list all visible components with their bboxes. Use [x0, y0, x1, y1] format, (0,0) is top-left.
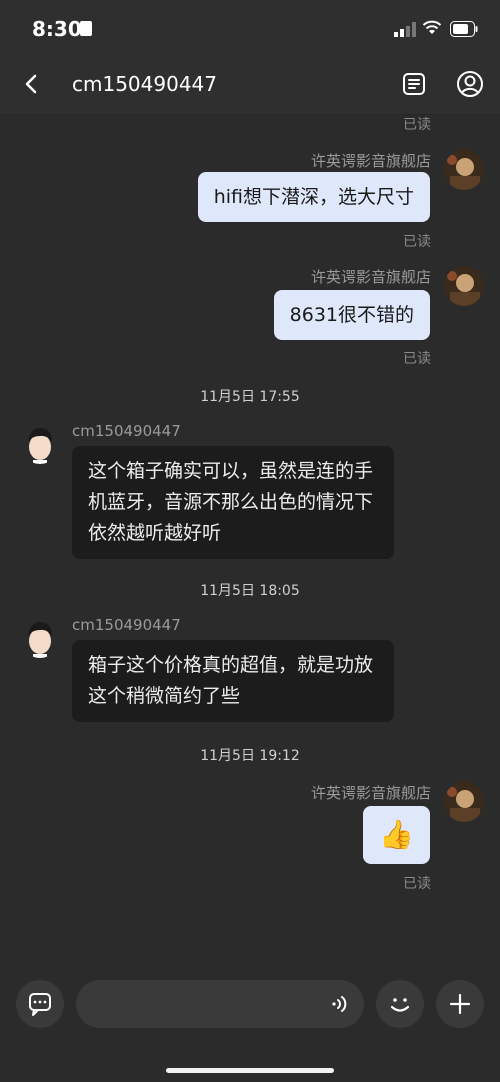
sender-name: 许英谔影音旗舰店 — [310, 268, 431, 286]
more-button[interactable] — [436, 980, 484, 1028]
sender-name: 许英谔影音旗舰店 — [310, 784, 431, 802]
emoji-icon — [390, 998, 410, 1012]
back-icon[interactable] — [18, 70, 46, 98]
status-time: 8:30 — [32, 17, 82, 41]
signal-icon — [394, 22, 416, 37]
voice-icon[interactable] — [328, 992, 352, 1016]
nav-bar: cm150490447 — [0, 58, 500, 115]
wifi-icon — [422, 20, 442, 34]
timestamp-label: 11月5日 19:12 — [196, 743, 304, 767]
home-indicator — [166, 1068, 334, 1073]
avatar-customer[interactable] — [20, 618, 60, 658]
sender-name: 许英谔影音旗舰店 — [310, 152, 431, 170]
user-icon[interactable] — [456, 70, 484, 98]
read-receipt: 已读 — [403, 351, 431, 367]
avatar-store[interactable] — [444, 150, 484, 190]
timestamp: 11月5日 18:05 — [0, 578, 500, 602]
timestamp: 11月5日 19:12 — [0, 743, 500, 767]
input-bar — [0, 962, 500, 1082]
avatar-store[interactable] — [444, 782, 484, 822]
message-bubble-incoming[interactable]: 箱子这个价格真的超值，就是功放这个稍微简约了些 — [72, 640, 394, 722]
message-bubble-incoming[interactable]: 这个箱子确实可以，虽然是连的手机蓝牙，音源不那么出色的情况下依然越听越好听 — [72, 446, 394, 559]
battery-icon — [450, 21, 478, 37]
message-input[interactable] — [76, 980, 364, 1028]
status-bar: 8:30 — [0, 0, 500, 58]
sender-name: cm150490447 — [72, 616, 181, 634]
chat-icon — [29, 993, 51, 1016]
quick-reply-button[interactable] — [16, 980, 64, 1028]
emoji-button[interactable] — [376, 980, 424, 1028]
sender-name: cm150490447 — [72, 422, 181, 440]
read-receipt: 已读 — [403, 234, 431, 250]
message-bubble-outgoing[interactable]: 8631很不错的 — [273, 290, 430, 340]
document-icon[interactable] — [400, 70, 428, 98]
timestamp-label: 11月5日 18:05 — [196, 578, 304, 602]
timestamp: 11月5日 17:55 — [0, 384, 500, 408]
avatar-store[interactable] — [444, 266, 484, 306]
plus-icon — [449, 993, 471, 1015]
avatar-customer[interactable] — [20, 424, 60, 464]
message-bubble-emoji[interactable]: 👍 — [363, 806, 430, 864]
read-receipt: 已读 — [403, 117, 431, 133]
timestamp-label: 11月5日 17:55 — [196, 384, 304, 408]
read-receipt: 已读 — [403, 876, 431, 892]
id-card-icon — [80, 21, 92, 36]
message-bubble-outgoing[interactable]: hifi想下潜深，选大尺寸 — [197, 172, 430, 222]
chat-title: cm150490447 — [72, 72, 217, 96]
